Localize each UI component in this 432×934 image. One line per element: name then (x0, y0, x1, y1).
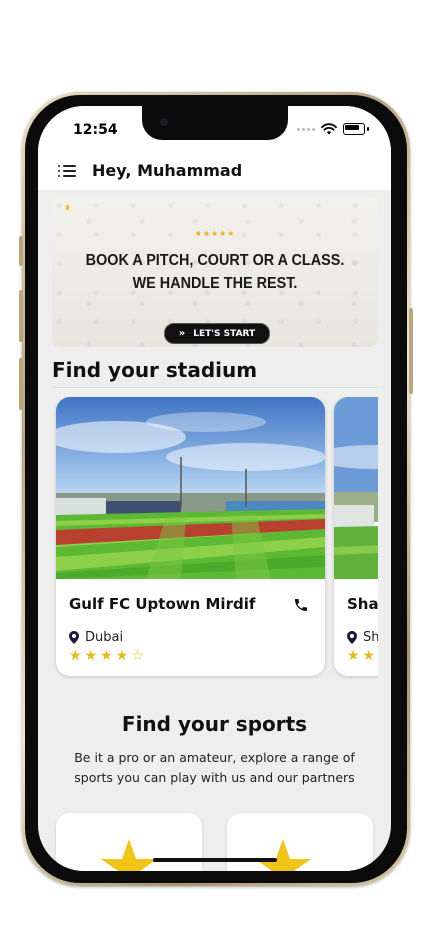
main-content[interactable]: ★★★★★ BOOK A PITCH, COURT OR A CLASS. WE… (38, 190, 391, 871)
sports-section-title: Find your sports (121, 712, 308, 736)
star-icon (255, 839, 311, 871)
power-button (409, 308, 413, 394)
volume-up-button (19, 290, 23, 342)
stadium-location: Sh (347, 630, 378, 645)
stadium-card[interactable]: Sha Sh ★★ (334, 397, 378, 676)
stadium-location-label: Sh (363, 630, 378, 645)
status-time: 12:54 (73, 122, 118, 138)
banner-rating-stars: ★★★★★ (194, 229, 236, 238)
stadium-rating-stars: ★★ (347, 648, 378, 664)
menu-icon[interactable] (58, 164, 76, 178)
cellular-signal-icon (297, 127, 315, 131)
home-indicator[interactable] (153, 858, 277, 862)
lets-start-label: LET'S START (193, 328, 256, 339)
banner-headline-line-2: WE HANDLE THE REST. (132, 275, 298, 292)
stadium-name: Gulf FC Uptown Mirdif (69, 595, 256, 613)
greeting-title: Hey, Muhammad (92, 161, 243, 180)
status-icons (297, 123, 369, 135)
battery-cap (367, 127, 369, 131)
stadium-location-label: Dubai (85, 630, 124, 645)
battery-icon (343, 123, 365, 135)
location-pin-icon (347, 631, 357, 644)
lets-start-button[interactable]: » LET'S START (164, 323, 270, 344)
app-bar: Hey, Muhammad (38, 152, 391, 190)
stadium-photo (56, 397, 325, 579)
location-pin-icon (69, 631, 79, 644)
star-icon (101, 839, 157, 871)
banner-headline-line-1: BOOK A PITCH, COURT OR A CLASS. (85, 252, 345, 269)
accent-mark (66, 205, 69, 210)
promo-banner[interactable]: ★★★★★ BOOK A PITCH, COURT OR A CLASS. WE… (52, 197, 378, 347)
stadium-location: Dubai (69, 630, 123, 645)
sports-section-subtitle: Be it a pro or an amateur, explore a ran… (74, 750, 355, 785)
camera-icon (160, 118, 168, 126)
stadium-carousel[interactable]: Gulf FC Uptown Mirdif Dubai ★★★★☆ Sha Sh… (38, 397, 378, 679)
volume-down-button (19, 358, 23, 410)
wifi-icon (321, 123, 337, 135)
mute-switch (19, 236, 23, 266)
stadium-name: Sha (347, 595, 378, 613)
stadium-photo (334, 397, 378, 579)
app-screen: 12:54 Hey, Muhammad ★★★★★ BOOK A PITCH, … (38, 106, 391, 871)
stadium-rating-stars: ★★★★☆ (69, 648, 147, 664)
stadium-card[interactable]: Gulf FC Uptown Mirdif Dubai ★★★★☆ (56, 397, 325, 676)
sport-card[interactable] (227, 813, 373, 871)
phone-icon[interactable] (293, 597, 309, 613)
banner-headline: BOOK A PITCH, COURT OR A CLASS. WE HANDL… (68, 249, 361, 295)
sport-card[interactable] (56, 813, 202, 871)
stadium-section-title: Find your stadium (52, 358, 258, 382)
section-divider (52, 387, 378, 388)
double-chevron-right-icon: » (178, 328, 186, 339)
notch (142, 106, 288, 140)
